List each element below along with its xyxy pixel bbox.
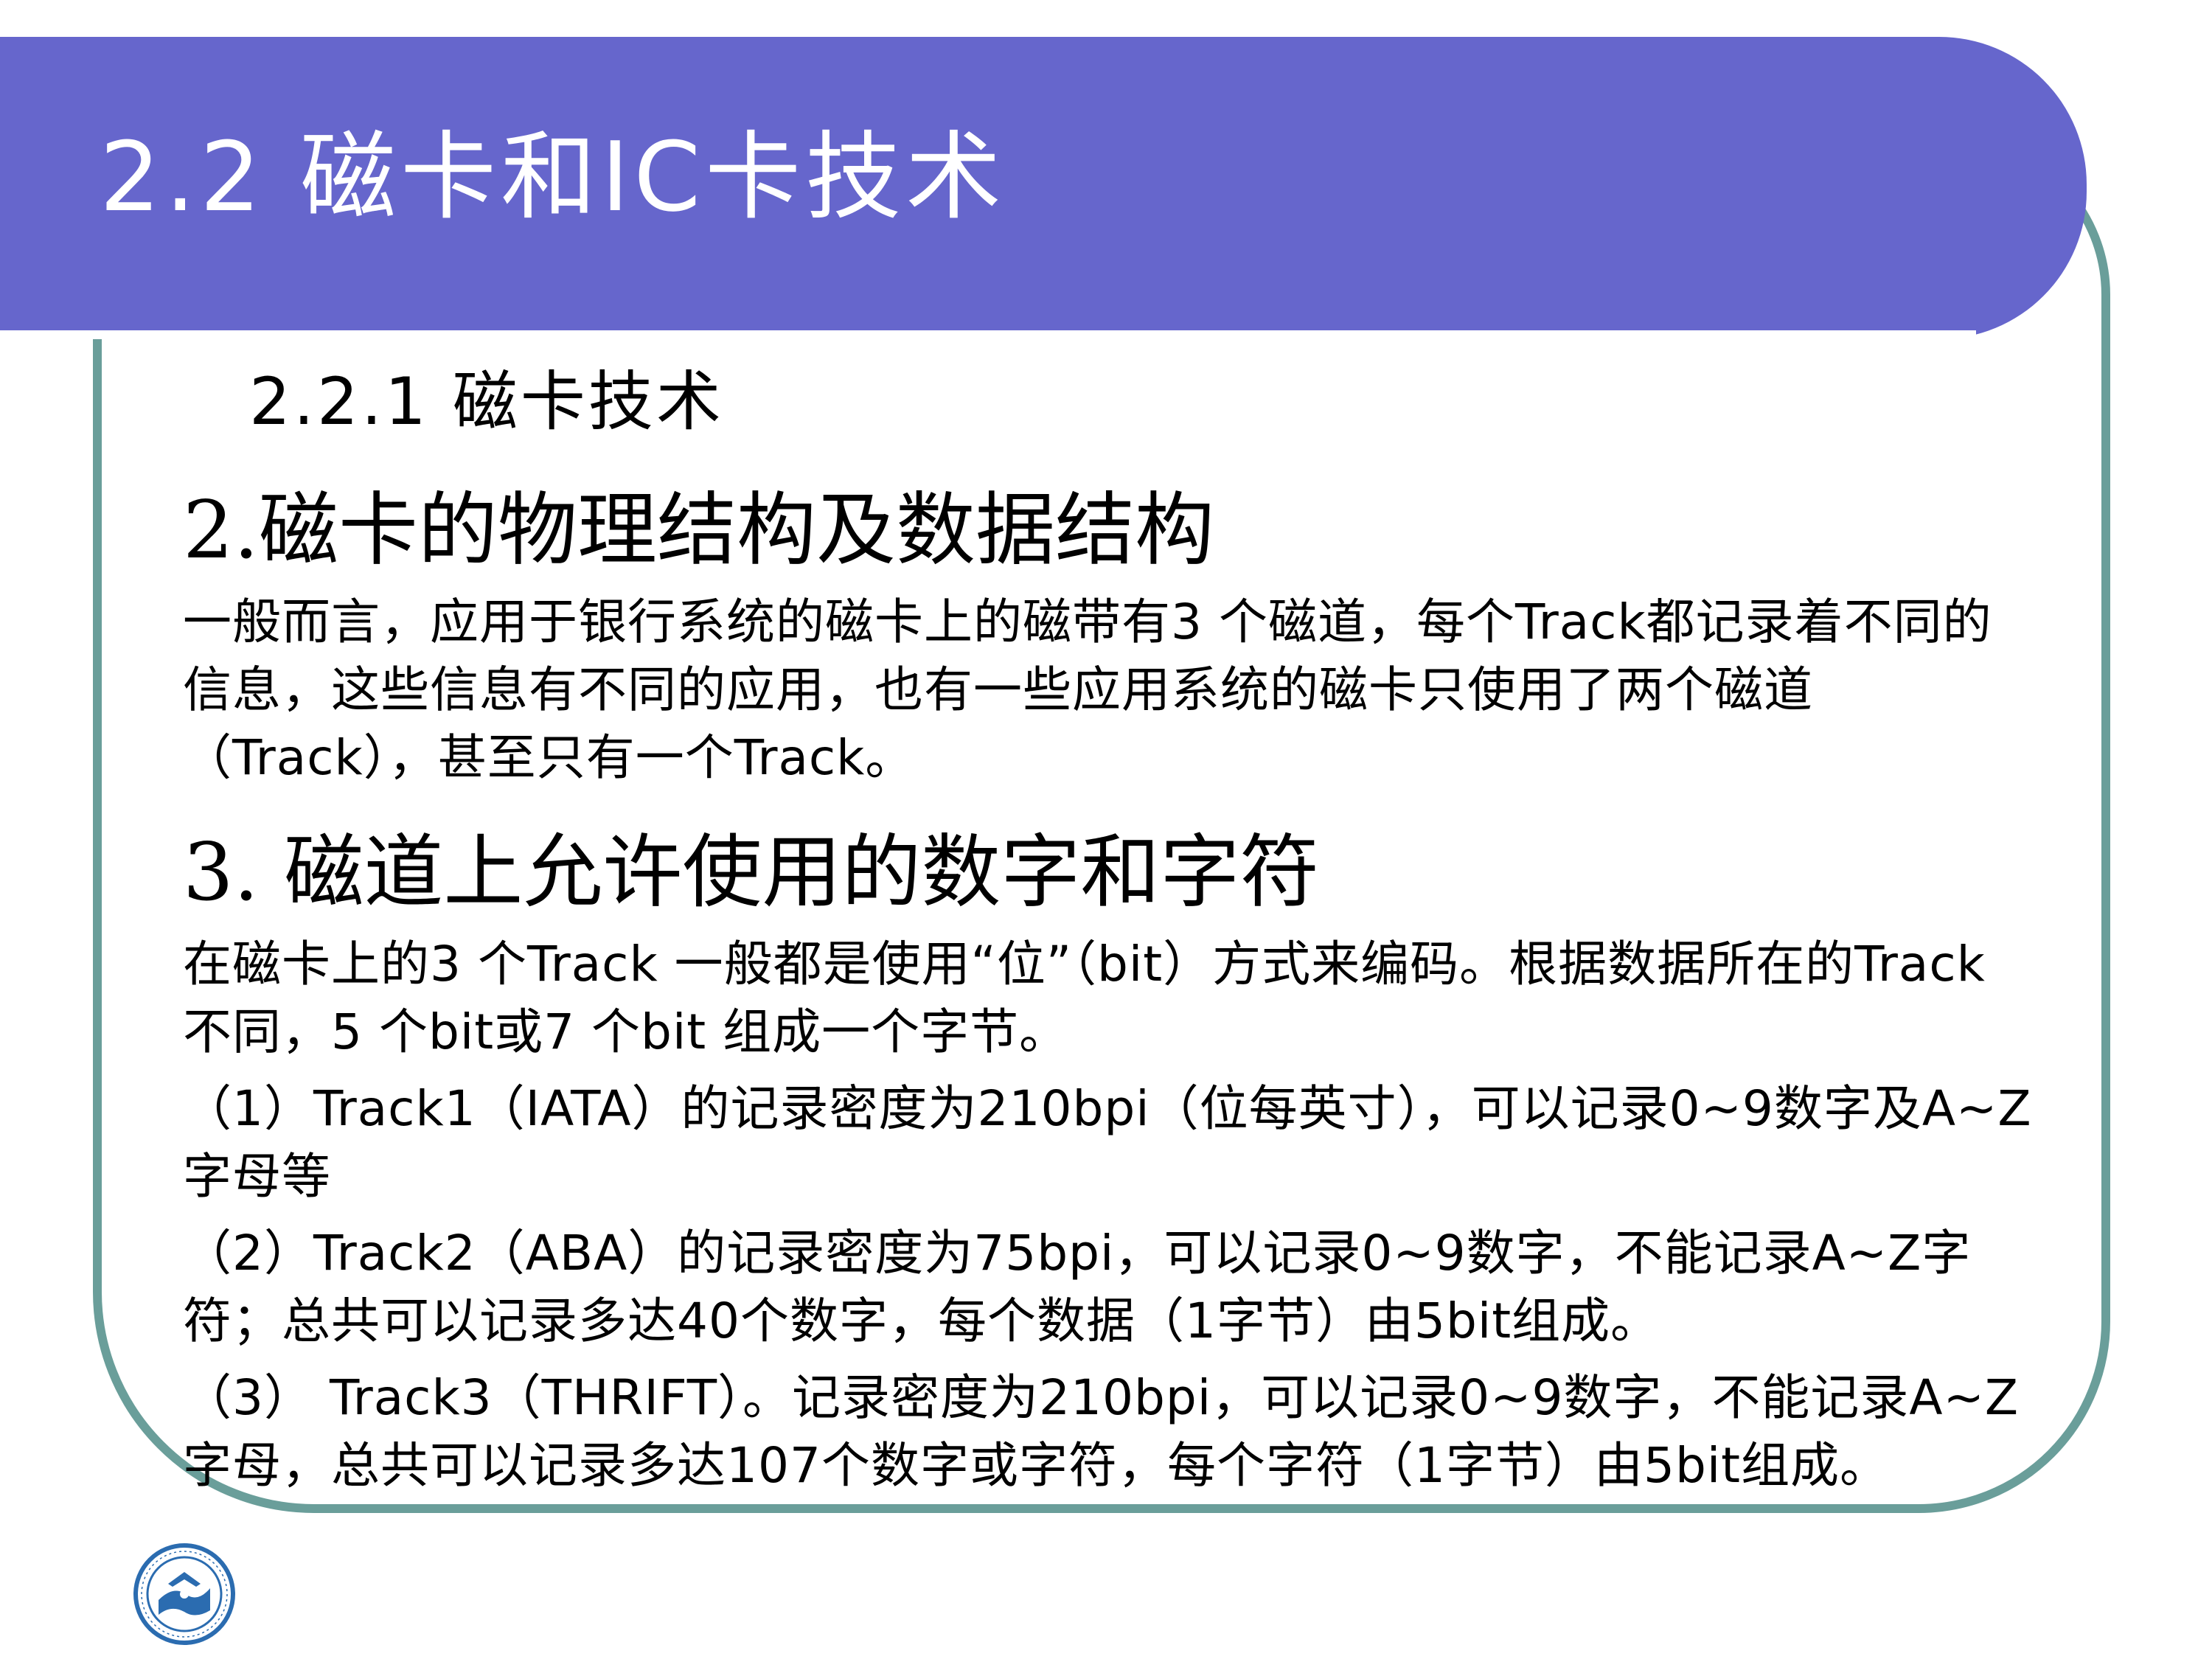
section-heading-allowed-characters: 3. 磁道上允许使用的数字和字符 <box>183 827 1320 919</box>
title-underline <box>0 330 1976 339</box>
paragraph-bit-encoding: 在磁卡上的3 个Track 一般都是使用“位”（bit）方式来编码。根据数据所在… <box>183 936 1986 1060</box>
section-subheading: 2.2.1 磁卡技术 <box>249 364 724 439</box>
paragraph-tracks-overview: 一般而言，应用于银行系统的磁卡上的磁带有3 个磁道，每个Track都记录着不同的… <box>183 594 1992 786</box>
paragraph-track2: （2）Track2（ABA）的记录密度为75bpi，可以记录0~9数字，不能记录… <box>183 1225 1972 1349</box>
paragraph-track3: （3） Track3（THRIFT）。记录密度为210bpi，可以记录0~9数字… <box>183 1369 2020 1494</box>
paragraph-track1: （1）Track1（IATA）的记录密度为210bpi（位每英寸），可以记录0~… <box>183 1080 2032 1205</box>
slide: 2.2 磁卡和IC卡技术 2.2.1 磁卡技术 2.磁卡的物理结构及数据结构 一… <box>0 0 2212 1659</box>
slide-title: 2.2 磁卡和IC卡技术 <box>100 121 1006 233</box>
slide-content: 2.磁卡的物理结构及数据结构 一般而言，应用于银行系统的磁卡上的磁带有3 个磁道… <box>183 479 2041 1506</box>
section-heading-physical-structure: 2.磁卡的物理结构及数据结构 <box>183 484 1215 577</box>
university-seal-icon <box>133 1543 235 1645</box>
